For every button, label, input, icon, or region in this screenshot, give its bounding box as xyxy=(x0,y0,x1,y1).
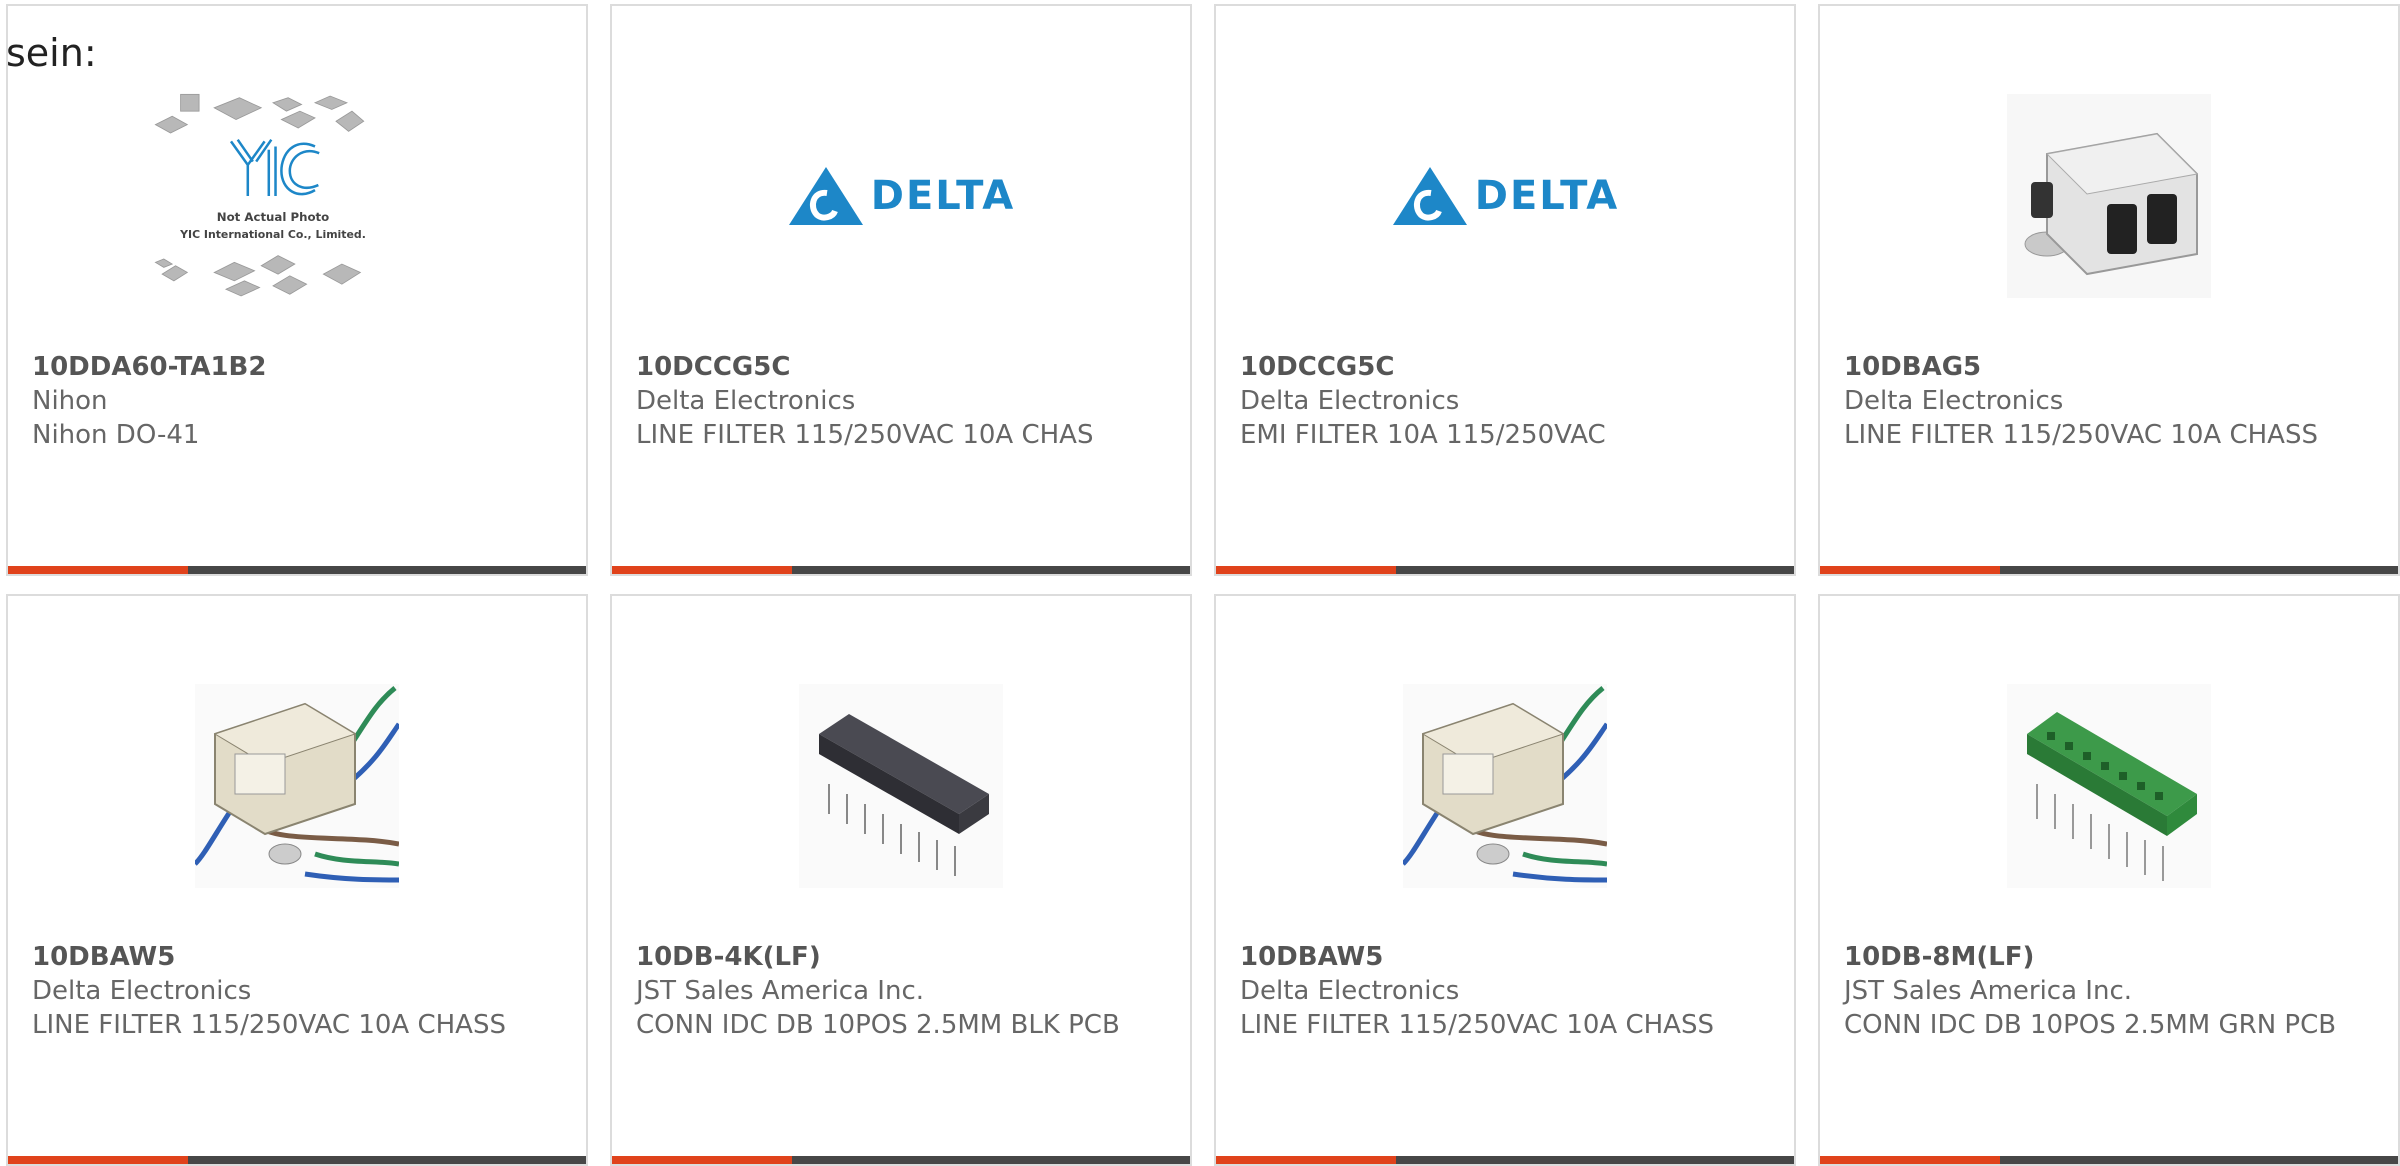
card-bar xyxy=(612,566,1190,574)
manufacturer: Nihon xyxy=(32,386,108,416)
product-info: 10DBAG5 Delta Electronics LINE FILTER 11… xyxy=(1844,350,2378,452)
delta-logo: DELTA xyxy=(787,165,1016,227)
description: CONN IDC DB 10POS 2.5MM BLK PCB xyxy=(636,1010,1120,1040)
delta-triangle-icon xyxy=(1392,167,1467,225)
manufacturer: JST Sales America Inc. xyxy=(636,976,925,1006)
metal-filter-image xyxy=(2007,94,2211,298)
product-image xyxy=(2007,94,2211,298)
card-bar-accent xyxy=(8,1156,188,1164)
card-bar-accent xyxy=(1820,566,2000,574)
card-bar xyxy=(1820,1156,2398,1164)
product-info: 10DBAW5 Delta Electronics LINE FILTER 11… xyxy=(32,940,566,1042)
part-number[interactable]: 10DBAW5 xyxy=(1240,940,1774,974)
card-bar xyxy=(8,1156,586,1164)
product-info: 10DCCG5C Delta Electronics EMI FILTER 10… xyxy=(1240,350,1774,452)
card-bar-accent xyxy=(1820,1156,2000,1164)
product-card[interactable]: 10DBAG5 Delta Electronics LINE FILTER 11… xyxy=(1818,4,2400,576)
part-number[interactable]: 10DBAW5 xyxy=(32,940,566,974)
product-card[interactable]: 10DB-8M(LF) JST Sales America Inc. CONN … xyxy=(1818,594,2400,1166)
product-image: DELTA xyxy=(1392,94,1617,298)
description: EMI FILTER 10A 115/250VAC xyxy=(1240,420,1606,450)
green-connector-image xyxy=(2007,684,2211,888)
part-number[interactable]: 10DB-4K(LF) xyxy=(636,940,1170,974)
card-bar-accent xyxy=(1216,566,1396,574)
product-image: DELTA xyxy=(788,94,1013,298)
card-bar-accent xyxy=(612,1156,792,1164)
description: LINE FILTER 115/250VAC 10A CHASS xyxy=(1844,420,2318,450)
part-number[interactable]: 10DB-8M(LF) xyxy=(1844,940,2378,974)
product-card[interactable]: 10DBAW5 Delta Electronics LINE FILTER 11… xyxy=(6,594,588,1166)
card-bar xyxy=(1820,566,2398,574)
wired-filter-image xyxy=(195,684,399,888)
product-image xyxy=(195,684,399,888)
product-info: 10DDA60-TA1B2 Nihon Nihon DO-41 xyxy=(32,350,566,452)
product-info: 10DBAW5 Delta Electronics LINE FILTER 11… xyxy=(1240,940,1774,1042)
intro-text: sein: xyxy=(6,31,97,75)
wired-filter-image xyxy=(1403,684,1607,888)
manufacturer: Delta Electronics xyxy=(636,386,856,416)
product-card[interactable]: 10DB-4K(LF) JST Sales America Inc. CONN … xyxy=(610,594,1192,1166)
product-info: 10DCCG5C Delta Electronics LINE FILTER 1… xyxy=(636,350,1170,452)
description: CONN IDC DB 10POS 2.5MM GRN PCB xyxy=(1844,1010,2337,1040)
product-card[interactable]: DELTA 10DCCG5C Delta Electronics LINE FI… xyxy=(610,4,1192,576)
product-image xyxy=(2007,684,2211,888)
delta-triangle-icon xyxy=(788,167,863,225)
card-bar-accent xyxy=(1216,1156,1396,1164)
product-image xyxy=(1403,684,1607,888)
product-image: Not Actual Photo YIC International Co., … xyxy=(154,93,399,298)
card-bar-accent xyxy=(8,566,188,574)
manufacturer: Delta Electronics xyxy=(1240,386,1460,416)
manufacturer: Delta Electronics xyxy=(32,976,252,1006)
part-number[interactable]: 10DCCG5C xyxy=(1240,350,1774,384)
product-card[interactable]: DELTA 10DCCG5C Delta Electronics EMI FIL… xyxy=(1214,4,1796,576)
product-card[interactable]: Not Actual Photo YIC International Co., … xyxy=(6,4,588,576)
black-connector-image xyxy=(799,684,1003,888)
description: LINE FILTER 115/250VAC 10A CHASS xyxy=(1240,1010,1714,1040)
card-bar xyxy=(1216,1156,1794,1164)
product-info: 10DB-4K(LF) JST Sales America Inc. CONN … xyxy=(636,940,1170,1042)
part-number[interactable]: 10DBAG5 xyxy=(1844,350,2378,384)
manufacturer: JST Sales America Inc. xyxy=(1844,976,2133,1006)
description: LINE FILTER 115/250VAC 10A CHASS xyxy=(32,1010,506,1040)
product-image xyxy=(799,684,1003,888)
delta-logo: DELTA xyxy=(1391,165,1620,227)
card-bar xyxy=(8,566,586,574)
card-bar-accent xyxy=(612,566,792,574)
part-number[interactable]: 10DDA60-TA1B2 xyxy=(32,350,566,384)
product-card[interactable]: 10DBAW5 Delta Electronics LINE FILTER 11… xyxy=(1214,594,1796,1166)
card-bar xyxy=(1216,566,1794,574)
description: LINE FILTER 115/250VAC 10A CHAS xyxy=(636,420,1094,450)
product-info: 10DB-8M(LF) JST Sales America Inc. CONN … xyxy=(1844,940,2378,1042)
svg-text:YIC International Co., Limited: YIC International Co., Limited. xyxy=(179,228,366,241)
not-actual-photo-image: Not Actual Photo YIC International Co., … xyxy=(154,93,366,297)
manufacturer: Delta Electronics xyxy=(1844,386,2064,416)
svg-text:Not Actual Photo: Not Actual Photo xyxy=(217,210,329,224)
part-number[interactable]: 10DCCG5C xyxy=(636,350,1170,384)
card-bar xyxy=(612,1156,1190,1164)
description: Nihon DO-41 xyxy=(32,420,200,450)
manufacturer: Delta Electronics xyxy=(1240,976,1460,1006)
